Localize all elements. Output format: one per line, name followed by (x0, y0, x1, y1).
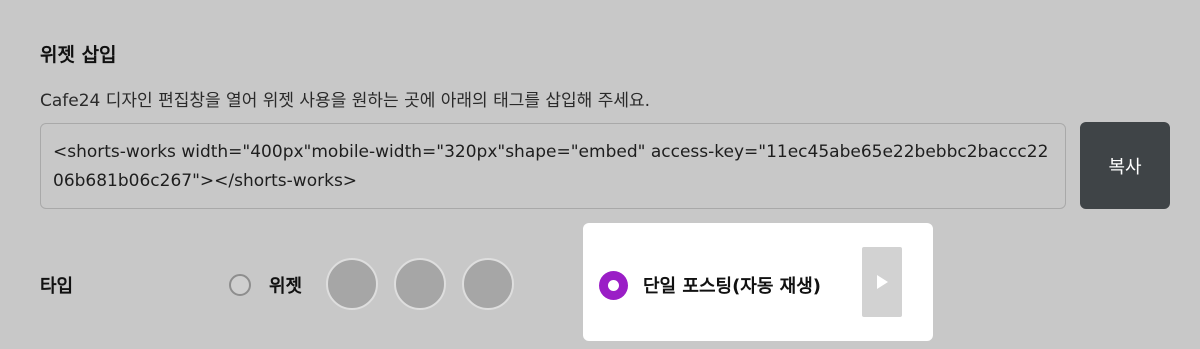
type-option-single-post-card[interactable]: 단일 포스팅(자동 재생) (583, 223, 933, 341)
type-label: 타입 (40, 276, 74, 297)
widget-thumbnail (462, 258, 514, 310)
radio-unselected-icon[interactable] (229, 274, 251, 296)
play-preview-button[interactable] (862, 247, 902, 317)
type-option-single-post-label: 단일 포스팅(자동 재생) (643, 276, 822, 297)
embed-code-field[interactable]: <shorts-works width="400px"mobile-width=… (40, 123, 1066, 209)
type-option-widget-label: 위젯 (269, 276, 303, 297)
play-icon (876, 275, 888, 289)
radio-selected-icon[interactable] (599, 271, 628, 300)
widget-thumbnail (394, 258, 446, 310)
type-option-widget[interactable]: 위젯 (229, 272, 302, 298)
section-description: Cafe24 디자인 편집창을 열어 위젯 사용을 원하는 곳에 아래의 태그를… (40, 91, 651, 111)
widget-thumbnail (326, 258, 378, 310)
copy-button[interactable]: 복사 (1080, 122, 1170, 209)
section-title: 위젯 삽입 (40, 44, 117, 66)
